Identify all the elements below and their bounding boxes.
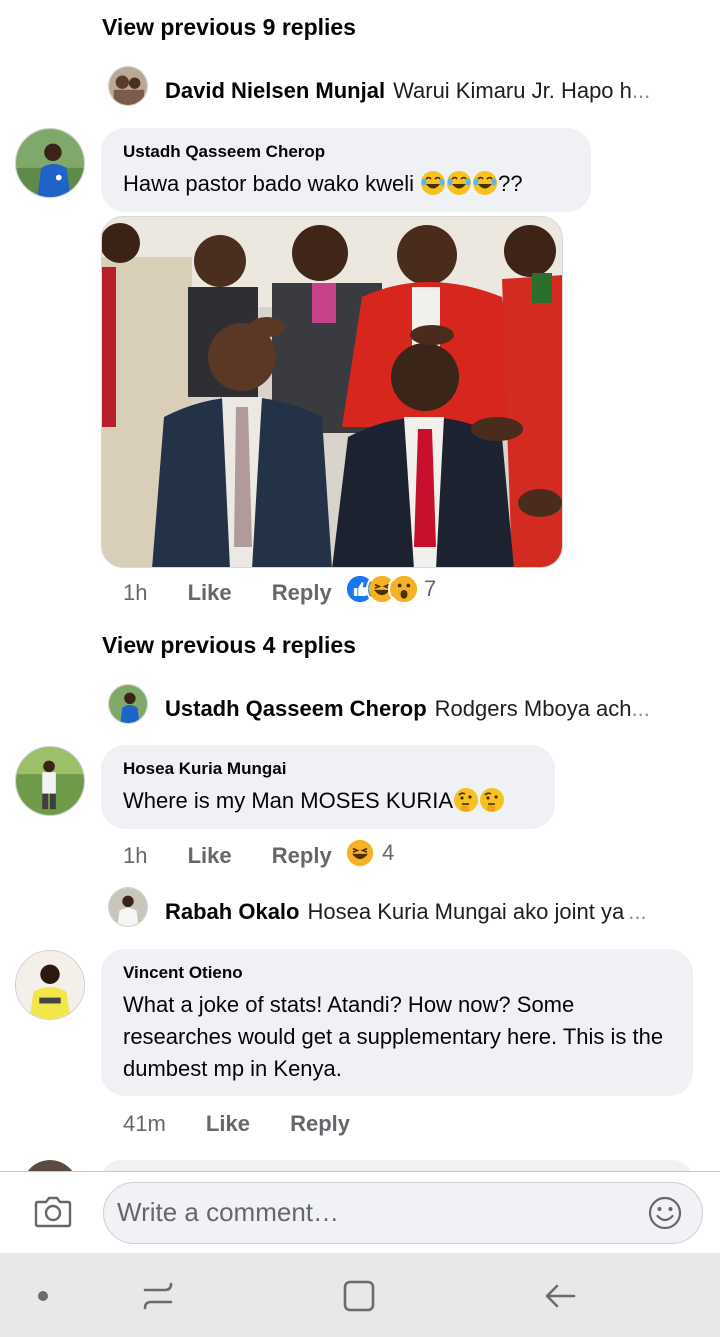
- comment-text: Hawa pastor bado wako kweli: [123, 171, 415, 196]
- ellipsis: ...: [631, 696, 650, 721]
- reply-preview-2[interactable]: Ustadh Qasseem Cherop Rodgers Mboya ach..…: [165, 696, 684, 722]
- comment-actions-2: 1h Like Reply: [123, 843, 332, 869]
- like-button[interactable]: Like: [188, 580, 232, 606]
- avatar-hosea-kuria-mungai[interactable]: [15, 746, 85, 816]
- wow-reaction-icon: [388, 573, 420, 605]
- comment-input[interactable]: Write a comment…: [103, 1182, 703, 1244]
- back-icon[interactable]: [543, 1279, 577, 1313]
- thinking-emoji-icon: [454, 788, 479, 812]
- reaction-count: 4: [382, 840, 395, 865]
- reply-button[interactable]: Reply: [272, 580, 332, 606]
- reaction-summary-1[interactable]: 7: [344, 573, 436, 605]
- comment-time: 1h: [123, 580, 148, 605]
- comment-actions-1: 1h Like Reply: [123, 580, 332, 606]
- comment-actions-3: 41m Like Reply: [123, 1111, 350, 1137]
- avatar-vincent-otieno[interactable]: [15, 950, 85, 1020]
- reply-button[interactable]: Reply: [290, 1111, 350, 1137]
- nav-dot-icon[interactable]: [36, 1289, 50, 1303]
- reply-author[interactable]: Ustadh Qasseem Cherop: [165, 696, 427, 721]
- comment-author[interactable]: Ustadh Qasseem Cherop: [123, 142, 569, 162]
- laughing-tears-emoji-icon: [447, 171, 472, 195]
- reply-text: Hosea Kuria Mungai ako joint ya: [307, 899, 625, 924]
- comment-author[interactable]: Hosea Kuria Mungai: [123, 759, 533, 779]
- comment-time: 41m: [123, 1111, 166, 1136]
- avatar-rabah-okalo[interactable]: [108, 887, 148, 927]
- avatar-ustadh-qasseem-cherop-small[interactable]: [108, 684, 148, 724]
- comment-time: 1h: [123, 843, 148, 868]
- haha-reaction-icon: [344, 837, 376, 869]
- reply-author[interactable]: Rabah Okalo: [165, 899, 299, 924]
- reply-text: Warui Kimaru Jr. Hapo h: [393, 78, 632, 103]
- comment-text-suffix: ??: [498, 171, 523, 196]
- comment-bubble-3[interactable]: Vincent Otieno What a joke of stats! Ata…: [101, 949, 693, 1096]
- camera-icon[interactable]: [34, 1194, 72, 1228]
- reply-author[interactable]: David Nielsen Munjal: [165, 78, 385, 103]
- laughing-tears-emoji-icon: [421, 171, 446, 195]
- laughing-tears-emoji-icon: [473, 171, 498, 195]
- reaction-count: 7: [424, 576, 437, 601]
- system-navigation-bar: [0, 1253, 720, 1337]
- ellipsis: ...: [628, 899, 647, 924]
- comment-text-row: Hawa pastor bado wako kweli ??: [123, 168, 569, 200]
- avatar-ustadh-qasseem-cherop[interactable]: [15, 128, 85, 198]
- reply-preview-3[interactable]: Rabah Okalo Hosea Kuria Mungai ako joint …: [165, 899, 684, 925]
- comment-author[interactable]: Vincent Otieno: [123, 963, 671, 983]
- ellipsis: ...: [631, 78, 651, 103]
- comment-text: What a joke of stats! Atandi? How now? S…: [123, 992, 664, 1081]
- comment-text: Where is my Man MOSES KURIA: [123, 788, 454, 813]
- smiley-icon[interactable]: [648, 1196, 682, 1230]
- avatar-david-nielsen-munjal[interactable]: [108, 66, 148, 106]
- like-button[interactable]: Like: [188, 843, 232, 869]
- comment-bubble-1[interactable]: Ustadh Qasseem Cherop Hawa pastor bado w…: [101, 128, 591, 212]
- like-button[interactable]: Like: [206, 1111, 250, 1137]
- reply-button[interactable]: Reply: [272, 843, 332, 869]
- comment-composer: Write a comment…: [0, 1171, 720, 1253]
- view-previous-replies-1[interactable]: View previous 9 replies: [102, 14, 356, 41]
- comment-bubble-2[interactable]: Hosea Kuria Mungai Where is my Man MOSES…: [101, 745, 555, 829]
- reply-preview-1[interactable]: David Nielsen Munjal Warui Kimaru Jr. Hap…: [165, 78, 684, 104]
- comment-text-row: Where is my Man MOSES KURIA: [123, 785, 533, 817]
- view-previous-replies-2[interactable]: View previous 4 replies: [102, 632, 356, 659]
- recents-icon[interactable]: [141, 1279, 175, 1313]
- thinking-emoji-icon: [480, 788, 505, 812]
- reaction-summary-2[interactable]: 4: [344, 837, 394, 869]
- home-icon[interactable]: [342, 1279, 376, 1313]
- comment-input-placeholder: Write a comment…: [117, 1197, 340, 1227]
- reply-text: Rodgers Mboya ach: [434, 696, 632, 721]
- comment-photo[interactable]: [101, 216, 563, 568]
- photo-image: [102, 217, 562, 567]
